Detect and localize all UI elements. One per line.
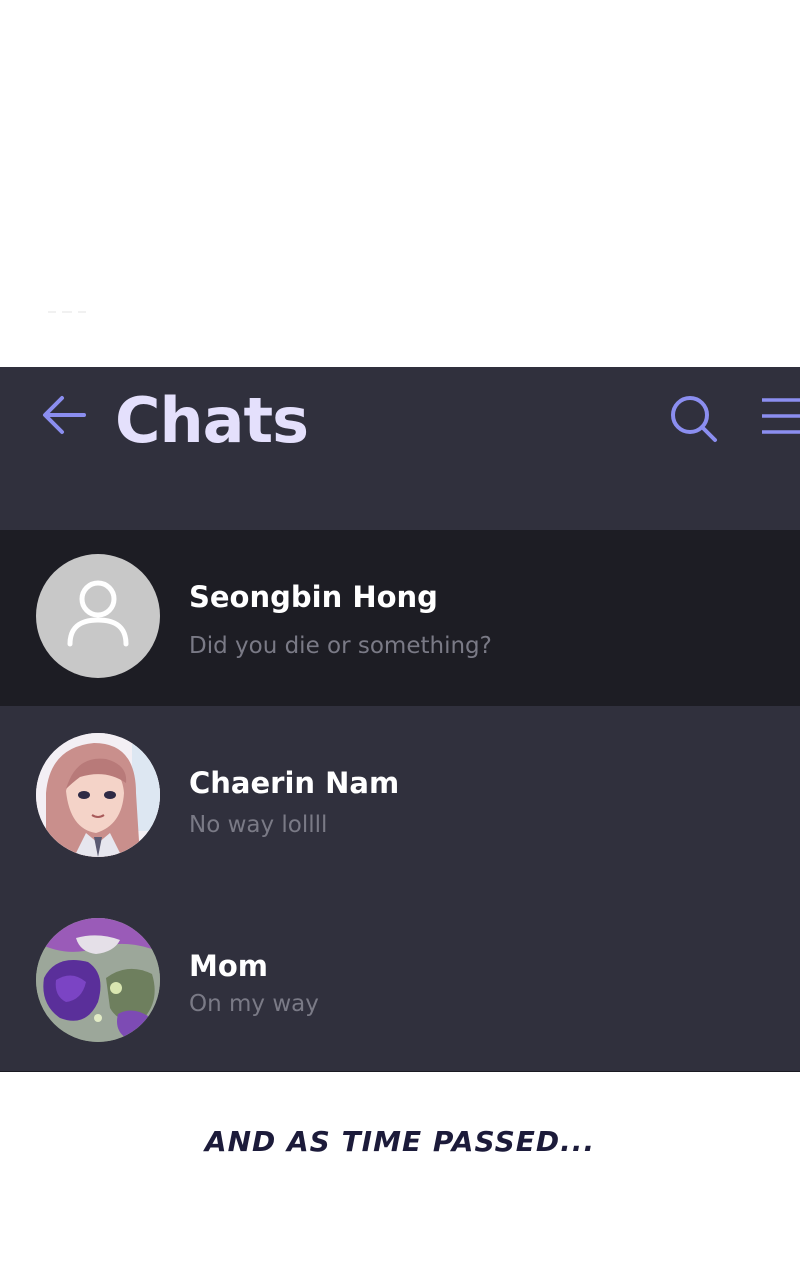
chat-item-chaerin-nam[interactable]: Chaerin Nam No way lollll (0, 707, 800, 891)
avatar (36, 918, 160, 1042)
search-icon (671, 396, 717, 442)
chats-header: Chats (0, 367, 800, 529)
chat-item-mom[interactable]: Mom On my way (0, 891, 800, 1071)
page-title: Chats (115, 384, 309, 457)
menu-button[interactable] (758, 395, 800, 439)
chat-preview: On my way (189, 991, 319, 1017)
chat-name: Mom (189, 949, 268, 983)
avatar (36, 733, 160, 857)
chat-name: Seongbin Hong (189, 580, 438, 614)
hamburger-menu-icon (762, 398, 800, 434)
faint-mark (48, 311, 86, 313)
avatar (36, 554, 160, 678)
chat-name: Chaerin Nam (189, 766, 400, 800)
chat-preview: Did you die or something? (189, 633, 492, 659)
avatar-photo (36, 733, 160, 857)
arrow-left-icon (43, 396, 86, 434)
chat-preview: No way lollll (189, 812, 328, 838)
back-button[interactable] (40, 391, 90, 441)
narration-caption: AND AS TIME PASSED... (204, 1125, 596, 1158)
chat-app-screen: Chats Seongbin Hong Did you die or somet… (0, 367, 800, 1072)
chat-item-seongbin-hong[interactable]: Seongbin Hong Did you die or something? (0, 530, 800, 706)
default-user-icon (67, 580, 129, 647)
blank-panel-space (0, 0, 800, 367)
comic-panel: Chats Seongbin Hong Did you die or somet… (0, 0, 800, 1280)
search-button[interactable] (668, 393, 720, 445)
avatar-photo (36, 918, 160, 1042)
